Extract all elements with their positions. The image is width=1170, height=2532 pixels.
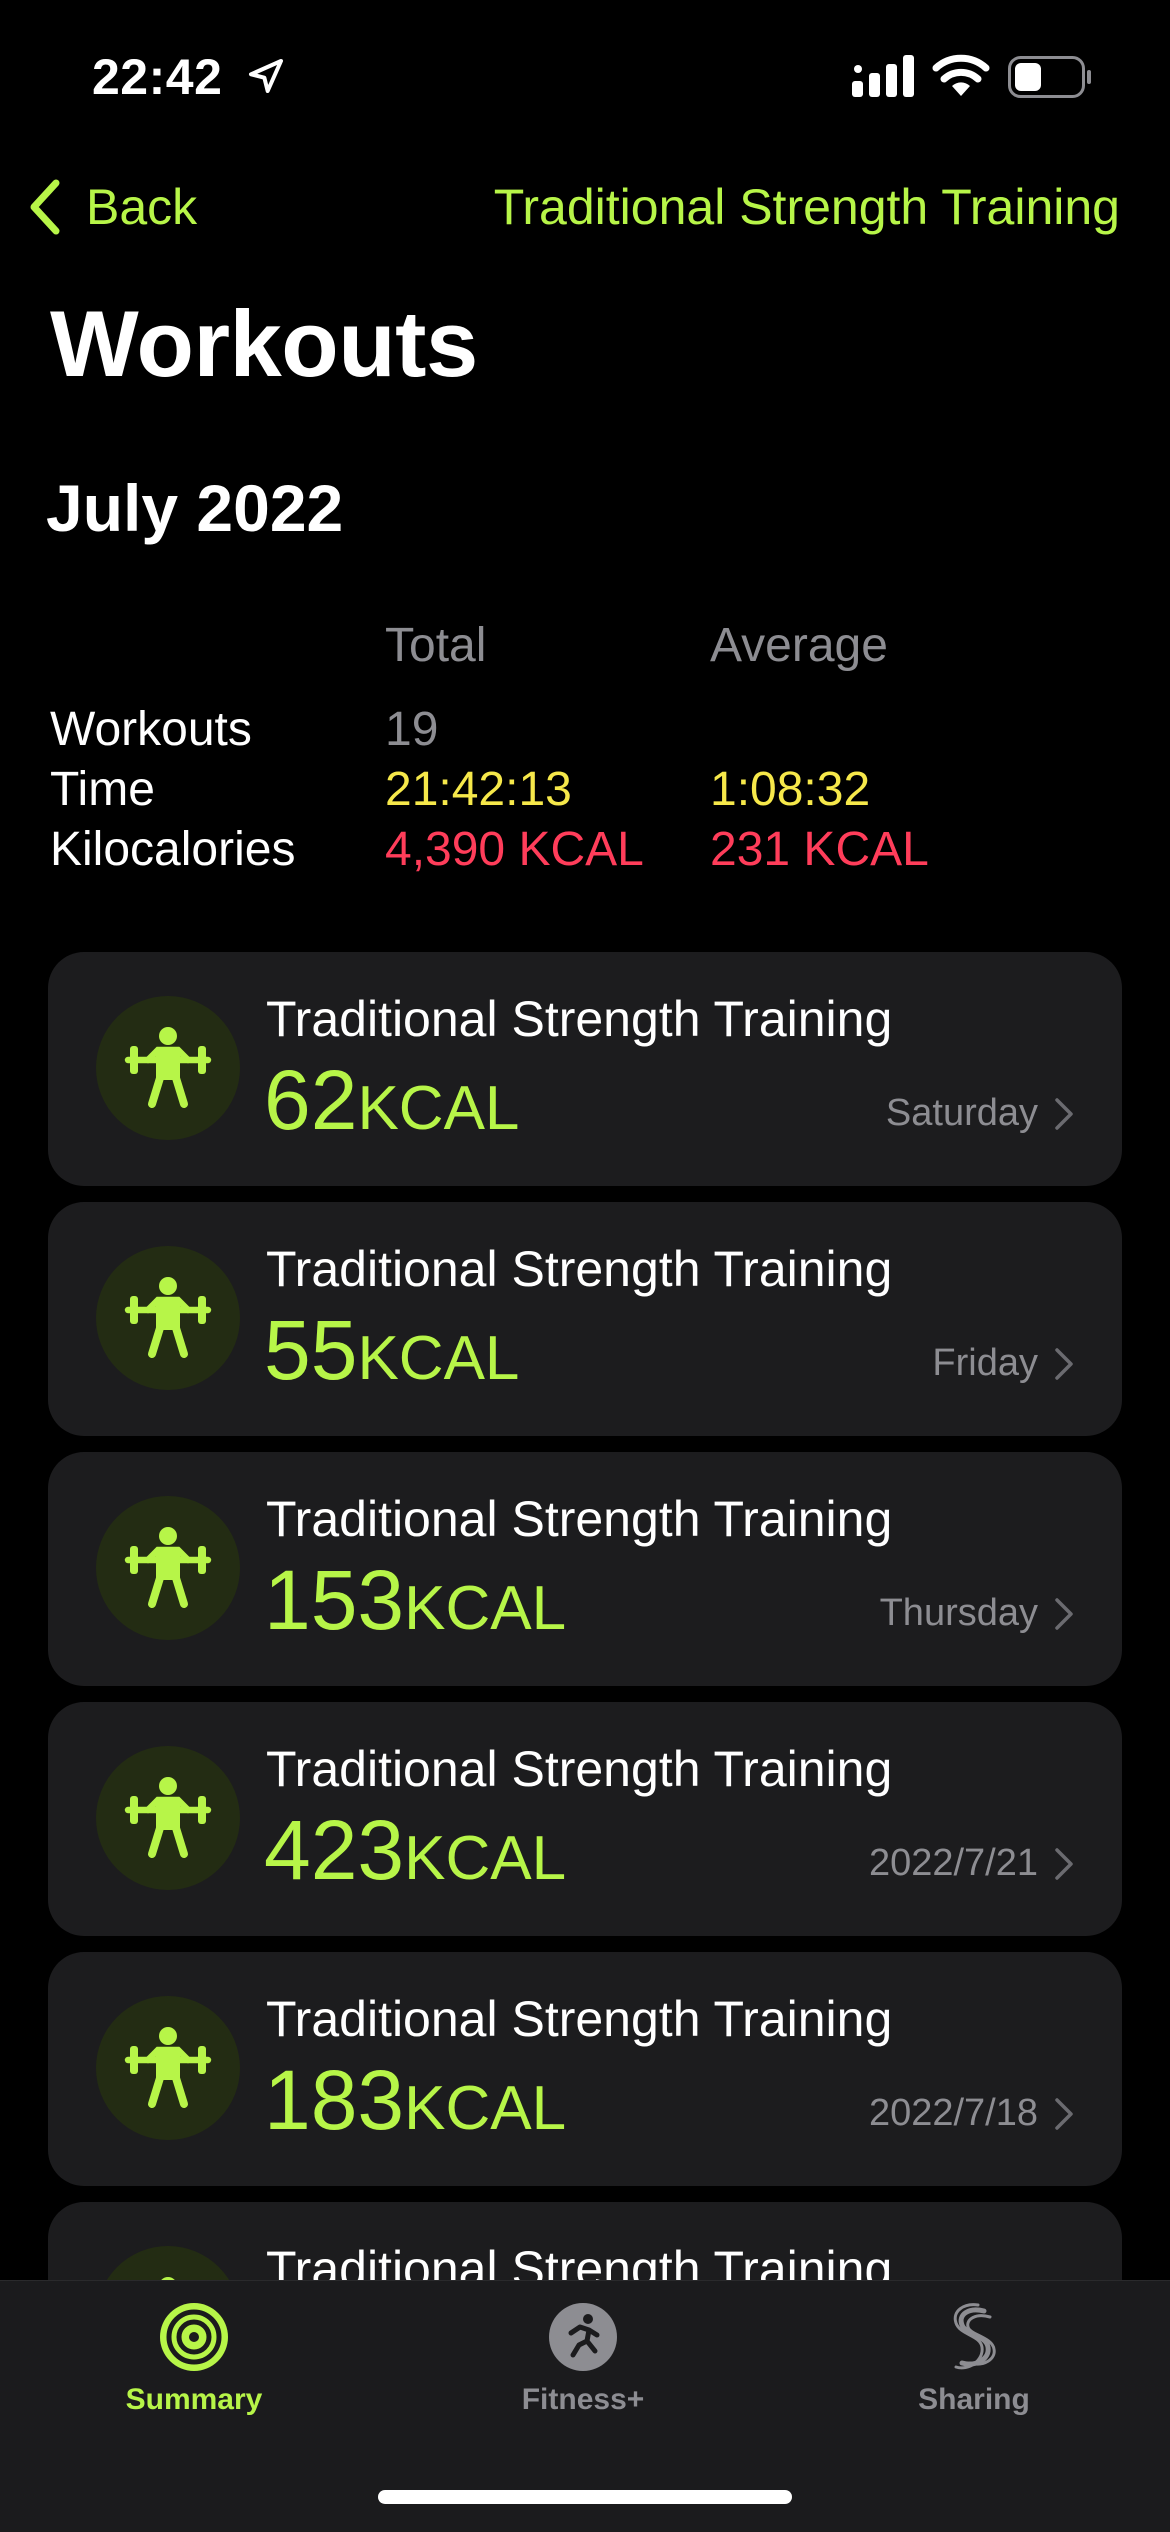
workout-kcal-unit: KCAL — [404, 1824, 567, 1893]
workout-date-text: 2022/7/18 — [868, 2092, 1038, 2134]
activity-rings-icon — [160, 2303, 228, 2371]
workout-date: Thursday — [880, 1592, 1074, 1635]
workout-card[interactable]: Traditional Strength Training 62KCAL Sat… — [48, 952, 1122, 1186]
workout-kcal: 183KCAL — [264, 2052, 566, 2149]
location-arrow-icon — [249, 59, 283, 93]
workout-date-text: Friday — [932, 1342, 1038, 1384]
workout-kcal-unit: KCAL — [404, 2074, 567, 2143]
tab-sharing[interactable]: Sharing — [824, 2301, 1124, 2417]
workout-title: Traditional Strength Training — [266, 1991, 893, 2047]
workout-title: Traditional Strength Training — [266, 1741, 893, 1797]
workout-title: Traditional Strength Training — [266, 1491, 893, 1547]
strength-training-icon — [96, 996, 240, 1140]
chevron-right-icon — [1055, 1847, 1073, 1880]
battery-icon — [1008, 56, 1091, 98]
average-column-header: Average — [710, 619, 888, 672]
workout-date-text: 2022/7/21 — [868, 1842, 1038, 1884]
workout-kcal-value: 423 — [264, 1803, 405, 1897]
time-label: Time — [50, 763, 155, 816]
time-total: 21:42:13 — [385, 763, 572, 816]
wifi-icon — [932, 54, 990, 96]
workout-summary: Total Average Workouts 19 Time 21:42:13 … — [50, 618, 1130, 878]
workout-title: Traditional Strength Training — [266, 991, 893, 1047]
workout-kcal-value: 153 — [264, 1553, 405, 1647]
chevron-right-icon — [1055, 2097, 1073, 2130]
back-button[interactable]: Back — [26, 172, 197, 242]
workout-date: Friday — [932, 1342, 1074, 1385]
running-figure-icon — [549, 2303, 617, 2371]
workout-kcal: 423KCAL — [264, 1802, 566, 1899]
workout-card[interactable]: Traditional Strength Training 153KCAL Th… — [48, 1452, 1122, 1686]
workout-date: 2022/7/18 — [869, 2092, 1074, 2135]
workout-date-text: Thursday — [879, 1592, 1038, 1634]
kilocalories-average: 231 KCAL — [710, 823, 929, 876]
back-label: Back — [86, 179, 198, 235]
tab-summary[interactable]: Summary — [44, 2301, 344, 2417]
tab-fitness-plus[interactable]: Fitness+ — [433, 2301, 733, 2417]
workout-card[interactable]: Traditional Strength Training 55KCAL Fri… — [48, 1202, 1122, 1436]
strength-training-icon — [96, 1496, 240, 1640]
nav-filter-title[interactable]: Traditional Strength Training — [494, 178, 1120, 236]
workouts-label: Workouts — [50, 703, 252, 756]
workout-kcal-value: 55 — [264, 1303, 358, 1397]
workout-kcal-value: 183 — [264, 2053, 405, 2147]
time-average: 1:08:32 — [710, 763, 871, 816]
workout-kcal: 153KCAL — [264, 1552, 566, 1649]
strength-training-icon — [96, 1246, 240, 1390]
cellular-signal-icon — [852, 55, 914, 97]
workout-kcal-unit: KCAL — [357, 1074, 520, 1143]
kilocalories-label: Kilocalories — [50, 823, 296, 876]
workout-kcal: 62KCAL — [264, 1052, 519, 1149]
workout-card[interactable]: Traditional Strength Training 183KCAL 20… — [48, 1952, 1122, 2186]
workout-date: 2022/7/21 — [869, 1842, 1074, 1885]
status-bar: 22:42 — [0, 0, 1170, 150]
workout-kcal-value: 62 — [264, 1053, 358, 1147]
sharing-icon — [953, 2303, 996, 2370]
status-time: 22:42 — [92, 49, 223, 105]
total-column-header: Total — [385, 619, 487, 672]
kilocalories-total: 4,390 KCAL — [385, 823, 644, 876]
month-header: July 2022 — [46, 471, 344, 545]
workout-list: Traditional Strength Training 62KCAL Sat… — [48, 952, 1122, 2452]
tab-fitness-plus-label: Fitness+ — [521, 2383, 645, 2416]
chevron-right-icon — [1055, 1097, 1073, 1130]
workout-kcal: 55KCAL — [264, 1302, 519, 1399]
workouts-total: 19 — [385, 703, 439, 756]
workout-date-text: Saturday — [885, 1092, 1038, 1134]
chevron-right-icon — [1055, 1597, 1073, 1630]
workout-card[interactable]: Traditional Strength Training 423KCAL 20… — [48, 1702, 1122, 1936]
tab-summary-label: Summary — [125, 2383, 263, 2416]
workout-date: Saturday — [886, 1092, 1074, 1135]
strength-training-icon — [96, 1746, 240, 1890]
workout-title: Traditional Strength Training — [266, 1241, 893, 1297]
page-title: Workouts — [50, 291, 478, 396]
chevron-left-icon — [30, 179, 60, 235]
chevron-right-icon — [1055, 1347, 1073, 1380]
tab-sharing-label: Sharing — [918, 2383, 1030, 2416]
strength-training-icon — [96, 1996, 240, 2140]
workout-kcal-unit: KCAL — [404, 1574, 567, 1643]
workout-kcal-unit: KCAL — [357, 1324, 520, 1393]
home-indicator[interactable] — [378, 2490, 792, 2504]
